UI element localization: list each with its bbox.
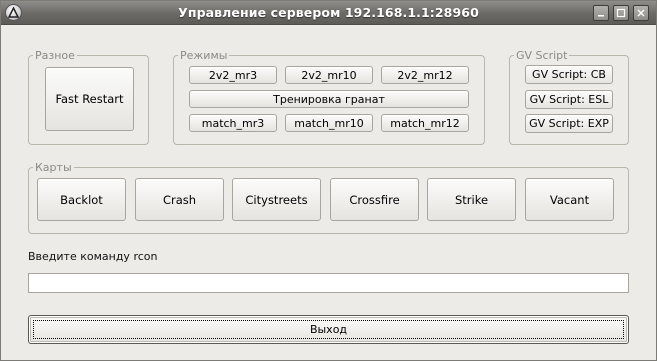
minimize-icon <box>598 15 604 17</box>
map-vacant-button[interactable]: Vacant <box>525 178 614 221</box>
map-citystreets-button[interactable]: Citystreets <box>232 178 321 221</box>
mode-2v2-mr10-button[interactable]: 2v2_mr10 <box>285 66 373 84</box>
minimize-button[interactable] <box>593 5 609 21</box>
misc-group-legend: Разное <box>35 49 75 62</box>
mode-match-mr10-button[interactable]: match_mr10 <box>285 114 373 132</box>
mode-match-mr3-button[interactable]: match_mr3 <box>189 114 277 132</box>
gv-script-exp-button[interactable]: GV Script: EXP <box>525 114 613 133</box>
map-strike-button[interactable]: Strike <box>427 178 516 221</box>
gv-script-group-legend: GV Script <box>516 49 568 62</box>
map-crash-button[interactable]: Crash <box>135 178 224 221</box>
modes-group-legend: Режимы <box>180 49 228 62</box>
fast-restart-button[interactable]: Fast Restart <box>45 67 134 131</box>
mode-2v2-mr3-button[interactable]: 2v2_mr3 <box>189 66 277 84</box>
close-button[interactable] <box>633 5 649 21</box>
rcon-label: Введите команду rcon <box>28 250 158 263</box>
maximize-icon <box>616 8 626 18</box>
gv-script-cb-button[interactable]: GV Script: CB <box>525 65 613 84</box>
maximize-button[interactable] <box>613 5 629 21</box>
map-crossfire-button[interactable]: Crossfire <box>330 178 419 221</box>
server-control-window: Управление сервером 192.168.1.1:28960 Ра… <box>0 0 657 361</box>
exit-button[interactable]: Выход <box>28 315 629 344</box>
maps-group-legend: Карты <box>35 161 72 174</box>
title-bar[interactable]: Управление сервером 192.168.1.1:28960 <box>1 1 656 25</box>
mode-2v2-mr12-button[interactable]: 2v2_mr12 <box>381 66 469 84</box>
gv-script-esl-button[interactable]: GV Script: ESL <box>525 90 613 109</box>
exit-button-label: Выход <box>29 316 628 343</box>
grenade-training-button[interactable]: Тренировка гранат <box>189 90 469 108</box>
map-backlot-button[interactable]: Backlot <box>37 178 126 221</box>
window-title: Управление сервером 192.168.1.1:28960 <box>178 5 479 20</box>
close-icon <box>637 9 645 17</box>
rcon-command-input[interactable] <box>28 273 629 293</box>
mode-match-mr12-button[interactable]: match_mr12 <box>381 114 469 132</box>
